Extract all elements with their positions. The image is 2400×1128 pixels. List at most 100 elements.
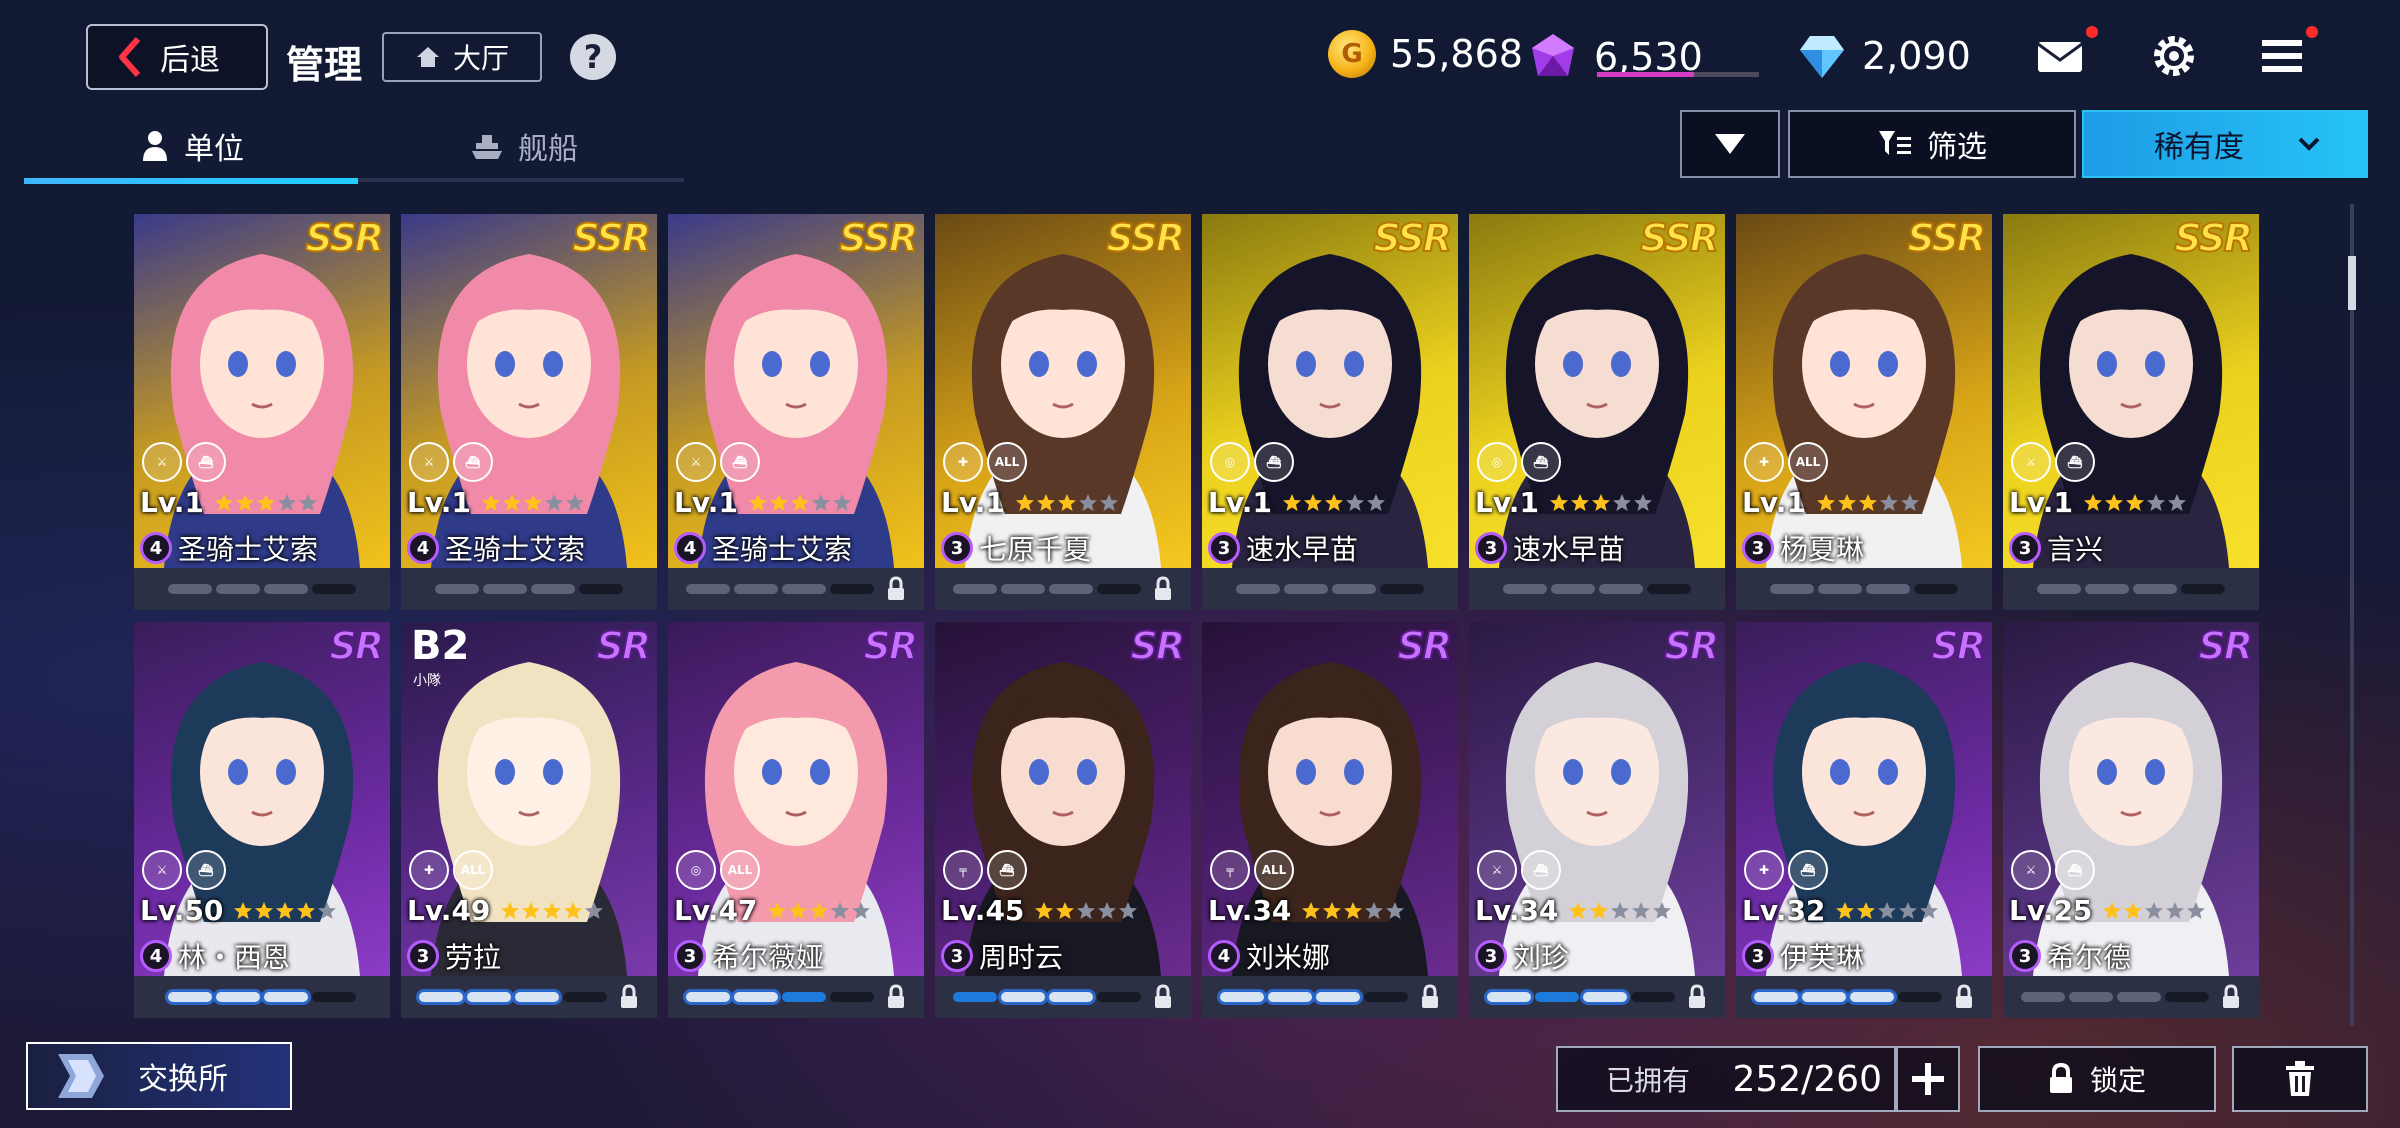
gold-amount: 55,868 [1390,32,1523,76]
name-row: 3 伊芙琳 [1742,936,1864,976]
delete-button[interactable] [2232,1046,2368,1112]
star-empty-icon [1386,901,1405,919]
equipment-slot [1284,584,1328,594]
unit-card[interactable]: SR ◎ ALL Lv.47 3 希尔薇娅 [668,622,924,1018]
star-filled-icon [789,901,808,919]
mail-notification-dot [2086,26,2098,38]
owned-label: 已拥有 [1606,1064,1691,1097]
name-row: 4 林・西恩 [140,936,290,976]
rarity-badge: SR [1663,623,1720,669]
unit-card[interactable]: SSR ◎ ⛴ Lv.1 3 速水早苗 [1202,214,1458,610]
star-rating [2102,901,2206,921]
unit-card[interactable]: SR ✚ ⛴ Lv.32 3 伊芙琳 [1736,622,1992,1018]
level-row: Lv.49 [407,894,604,927]
sort-order-button[interactable] [1680,110,1780,178]
rarity-sort-dropdown[interactable]: 稀有度 [2082,110,2368,178]
equipment-slot [2085,584,2129,594]
unit-card[interactable]: SSR ◎ ⛴ Lv.1 3 速水早苗 [1469,214,1725,610]
scrollbar-track[interactable] [2350,204,2354,1026]
help-button[interactable]: ? [570,34,616,80]
heal-icon: ✚ [409,850,449,890]
unit-portrait: SSR ⚔ ⛴ Lv.1 4 圣骑士艾索 [668,214,924,568]
owned-count: 252/260 [1732,1058,1882,1100]
exchange-button[interactable]: 交换所 [26,1042,292,1110]
rank-badge: 4 [140,532,172,564]
lock-button[interactable]: 锁定 [1978,1046,2216,1112]
name-row: 3 速水早苗 [1475,528,1625,568]
rarity-badge: SR [1129,623,1186,669]
triangle-down-icon [1715,134,1745,154]
unit-card[interactable]: SR ⚔ ⛴ Lv.25 3 希尔德 [2003,622,2259,1018]
skill-icons: ⚔ ⛴ [409,442,493,482]
menu-icon[interactable] [2256,30,2308,82]
lobby-button[interactable]: 大厅 [382,32,542,82]
mail-icon[interactable] [2034,30,2086,82]
unit-card[interactable]: SR ╤ ⛴ Lv.45 3 周时云 [935,622,1191,1018]
star-rating [1835,901,1939,921]
purple-progress-bar [1597,72,1759,77]
equipment-slot [1332,584,1376,594]
rarity-badge: SR [328,623,385,669]
page-title: 管理 [286,43,363,87]
rank-badge: 3 [1208,532,1240,564]
star-filled-icon [1858,493,1877,511]
lock-label: 锁定 [2089,1064,2146,1097]
equipment-slot [1898,992,1942,1002]
all-target-icon: ALL [1254,850,1294,890]
unit-card[interactable]: SR ╤ ALL Lv.34 4 刘米娜 [1202,622,1458,1018]
unit-equipment-bar [134,976,390,1018]
star-filled-icon [1569,901,1588,919]
unit-card[interactable]: SR B2 小隊 ✚ ALL Lv.49 3 劳拉 [401,622,657,1018]
swords-icon: ⚔ [1477,850,1517,890]
equipment-slot [686,584,730,594]
skill-icons: ⚔ ⛴ [142,442,226,482]
unit-equipment-bar [1736,568,1992,610]
unit-card[interactable]: SSR ⚔ ⛴ Lv.1 4 圣骑士艾索 [668,214,924,610]
unit-equipment-bar [1736,976,1992,1018]
name-row: 4 圣骑士艾索 [674,528,852,568]
equipment-slot [264,992,308,1002]
star-rating [1568,901,1672,921]
name-row: 3 希尔德 [2009,936,2131,976]
unit-card[interactable]: SSR ✚ ALL Lv.1 3 杨夏琳 [1736,214,1992,610]
star-empty-icon [2145,901,2164,919]
unit-card[interactable]: SR ⚔ ⛴ Lv.34 3 刘珍 [1469,622,1725,1018]
star-empty-icon [565,493,584,511]
star-filled-icon [2104,493,2123,511]
star-empty-icon [1920,901,1939,919]
rarity-badge: SSR [1372,215,1453,261]
equipment-slot [515,992,559,1002]
crosshair-icon: ◎ [1210,442,1250,482]
level-row: Lv.1 [941,486,1119,519]
filter-button[interactable]: 筛选 [1788,110,2076,178]
unit-card[interactable]: SSR ✚ ALL Lv.1 3 七原千夏 [935,214,1191,610]
gear-icon[interactable] [2148,30,2200,82]
rarity-sort-label: 稀有度 [2154,130,2244,165]
gold-currency[interactable]: G 55,868 [1328,30,1523,78]
scrollbar-thumb[interactable] [2348,256,2356,310]
tab-ships[interactable]: 舰船 [470,124,578,168]
level-row: Lv.25 [2009,894,2206,927]
equipment-slot [2069,992,2113,1002]
expand-capacity-button[interactable] [1896,1046,1960,1112]
unit-card[interactable]: SSR ⚔ ⛴ Lv.1 3 言兴 [2003,214,2259,610]
diamond-currency[interactable]: 2,090 [1796,30,1971,82]
name-row: 3 杨夏琳 [1742,528,1864,568]
purple-crystal-icon [1532,34,1574,76]
star-empty-icon [811,493,830,511]
unit-card[interactable]: SR ⚔ ⛴ Lv.50 4 林・西恩 [134,622,390,1018]
star-empty-icon [1098,901,1117,919]
level-row: Lv.45 [941,894,1138,927]
back-button[interactable]: 后退 [86,24,268,90]
star-empty-icon [1633,493,1652,511]
tab-units[interactable]: 单位 [140,124,244,168]
unit-name: 杨夏琳 [1780,533,1865,566]
rarity-badge: SR [1396,623,1453,669]
unit-card[interactable]: SSR ⚔ ⛴ Lv.1 4 圣骑士艾索 [401,214,657,610]
equipment-slot [1049,584,1093,594]
skill-icons: ╤ ⛴ [943,850,1027,890]
unit-equipment-bar [935,976,1191,1018]
lobby-label: 大厅 [452,42,509,75]
star-empty-icon [1632,901,1651,919]
unit-card[interactable]: SSR ⚔ ⛴ Lv.1 4 圣骑士艾索 [134,214,390,610]
